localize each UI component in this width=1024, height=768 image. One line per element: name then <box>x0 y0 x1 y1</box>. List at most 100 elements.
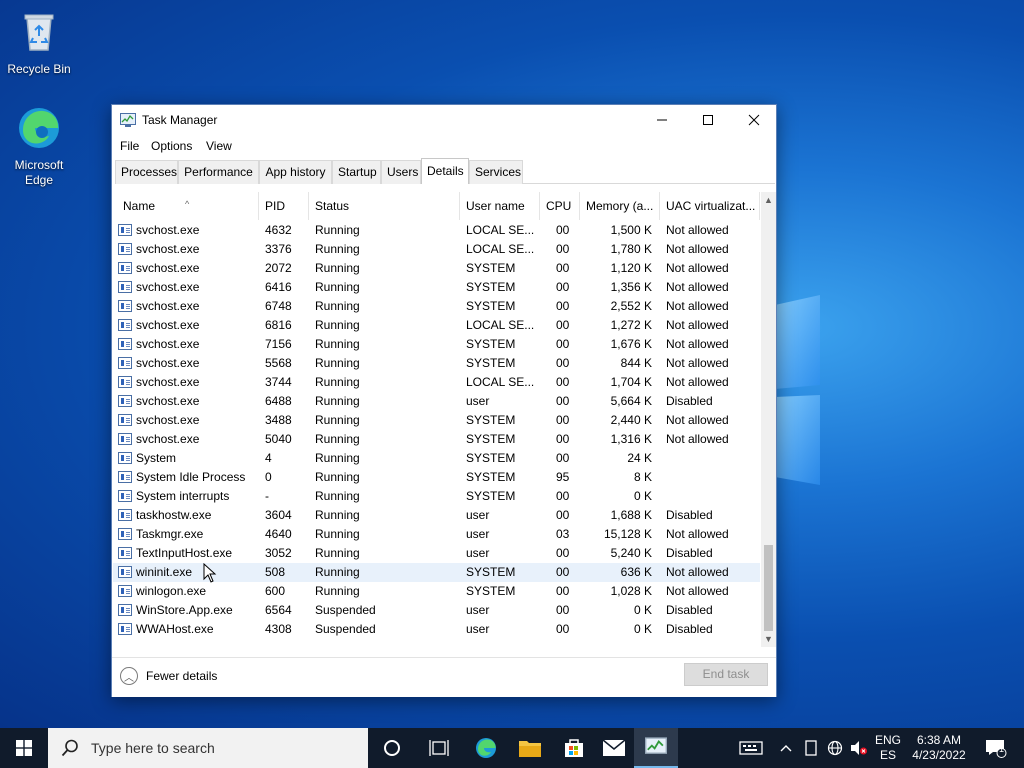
process-icon <box>118 357 132 369</box>
cell-name: svchost.exe <box>136 223 200 237</box>
cell-name: System Idle Process <box>136 470 246 484</box>
cell-user: LOCAL SE... <box>466 242 535 256</box>
table-row[interactable]: TextInputHost.exe 3052 Running user 00 5,240 … <box>113 544 760 563</box>
touch-keyboard-button[interactable] <box>734 728 768 768</box>
process-icon <box>118 338 132 350</box>
cell-status: Running <box>315 299 360 313</box>
tab-details[interactable]: Details <box>421 158 469 184</box>
tray-tablet[interactable] <box>800 728 822 768</box>
windows-start-icon <box>16 740 32 756</box>
cell-user: SYSTEM <box>466 280 516 294</box>
clock-time: 6:38 AM <box>916 733 962 747</box>
tab-processes[interactable]: Processes <box>115 160 178 184</box>
folder-icon <box>519 741 541 757</box>
table-row[interactable]: svchost.exe 2072 Running SYSTEM 00 1,120 K Not… <box>113 259 760 278</box>
taskbar-store[interactable] <box>552 728 596 768</box>
table-row[interactable]: svchost.exe 6816 Running LOCAL SE... 00 1,272… <box>113 316 760 335</box>
column-header-uac[interactable]: UAC virtualizat... <box>660 192 760 220</box>
mail-icon <box>602 739 626 756</box>
cell-pid: 0 <box>265 470 272 484</box>
menu-file[interactable]: File <box>120 139 139 153</box>
table-row[interactable]: svchost.exe 4632 Running LOCAL SE... 00 1,500… <box>113 221 760 240</box>
tray-network[interactable] <box>824 728 846 768</box>
table-row[interactable]: svchost.exe 3488 Running SYSTEM 00 2,440 K Not… <box>113 411 760 430</box>
column-header-name[interactable]: Name ^ <box>117 192 259 220</box>
table-row[interactable]: System Idle Process 0 Running SYSTEM 95 8 K <box>113 468 760 487</box>
table-row[interactable]: Taskmgr.exe 4640 Running user 03 15,128 K Not … <box>113 525 760 544</box>
table-row[interactable]: taskhostw.exe 3604 Running user 00 1,688 K Dis… <box>113 506 760 525</box>
mouse-cursor-icon <box>203 563 217 583</box>
table-row[interactable]: WinStore.App.exe 6564 Suspended user 00 0 K Di… <box>113 601 760 620</box>
cell-mem: 636 K <box>620 565 652 579</box>
cell-pid: 5568 <box>265 356 292 370</box>
cell-pid: 7156 <box>265 337 292 351</box>
table-row[interactable]: svchost.exe 7156 Running SYSTEM 00 1,676 K Not… <box>113 335 760 354</box>
table-row[interactable]: svchost.exe 3376 Running LOCAL SE... 00 1,780… <box>113 240 760 259</box>
cell-cpu: 00 <box>556 565 570 579</box>
maximize-button[interactable] <box>685 105 731 135</box>
cortana-button[interactable] <box>370 728 414 768</box>
tab-users[interactable]: Users <box>381 160 421 184</box>
taskbar-file-explorer[interactable] <box>508 728 552 768</box>
menu-view[interactable]: View <box>206 139 232 153</box>
minimize-button[interactable] <box>639 105 685 135</box>
tab-services[interactable]: Services <box>469 160 523 184</box>
table-row[interactable]: svchost.exe 3744 Running LOCAL SE... 00 1,704… <box>113 373 760 392</box>
menu-options[interactable]: Options <box>151 139 192 153</box>
vertical-scrollbar[interactable]: ▲ ▼ <box>761 192 776 647</box>
end-task-button[interactable]: End task <box>684 663 768 686</box>
cell-name: svchost.exe <box>136 413 200 427</box>
show-hidden-icons-button[interactable] <box>776 728 796 768</box>
column-header-user-name[interactable]: User name <box>460 192 540 220</box>
notification-center-button[interactable]: 1 <box>978 728 1014 768</box>
cell-status: Running <box>315 565 360 579</box>
cell-pid: 4640 <box>265 527 292 541</box>
cell-status: Running <box>315 508 360 522</box>
cell-status: Running <box>315 280 360 294</box>
cell-status: Suspended <box>315 622 376 636</box>
clock-button[interactable]: 6:38 AM 4/23/2022 <box>906 733 972 763</box>
cell-status: Running <box>315 527 360 541</box>
tab-startup[interactable]: Startup <box>332 160 381 184</box>
table-row[interactable]: svchost.exe 6488 Running user 00 5,664 K Disab… <box>113 392 760 411</box>
taskbar-mail[interactable] <box>596 728 632 768</box>
column-header-pid[interactable]: PID <box>259 192 309 220</box>
taskbar-search[interactable]: Type here to search <box>48 728 368 768</box>
task-view-button[interactable] <box>416 728 462 768</box>
scroll-up-icon[interactable]: ▲ <box>761 192 776 208</box>
desktop-icon-recycle-bin[interactable]: Recycle Bin <box>1 8 77 77</box>
taskbar-edge[interactable] <box>464 728 508 768</box>
close-button[interactable] <box>731 105 777 135</box>
cell-user: LOCAL SE... <box>466 375 535 389</box>
table-row[interactable]: svchost.exe 5040 Running SYSTEM 00 1,316 K Not… <box>113 430 760 449</box>
column-header-memory[interactable]: Memory (a... <box>580 192 660 220</box>
process-icon <box>118 604 132 616</box>
tab-app-history[interactable]: App history <box>259 160 332 184</box>
taskbar-task-manager[interactable] <box>634 728 678 768</box>
cell-cpu: 00 <box>556 242 570 256</box>
tab-performance[interactable]: Performance <box>178 160 259 184</box>
start-button[interactable] <box>0 728 48 768</box>
input-language-button[interactable]: ENG ES <box>872 733 904 763</box>
table-row[interactable]: svchost.exe 6748 Running SYSTEM 00 2,552 K Not… <box>113 297 760 316</box>
column-header-status[interactable]: Status <box>309 192 460 220</box>
column-header-cpu[interactable]: CPU <box>540 192 580 220</box>
table-row[interactable]: System 4 Running SYSTEM 00 24 K <box>113 449 760 468</box>
table-row[interactable]: svchost.exe 6416 Running SYSTEM 00 1,356 K Not… <box>113 278 760 297</box>
title-bar[interactable]: Task Manager <box>112 105 776 135</box>
scrollbar-thumb[interactable] <box>764 545 773 631</box>
fewer-details-button[interactable]: ︿ Fewer details <box>120 667 217 685</box>
tray-volume[interactable] <box>848 728 870 768</box>
table-row[interactable]: System interrupts - Running SYSTEM 00 0 K <box>113 487 760 506</box>
table-row[interactable]: svchost.exe 5568 Running SYSTEM 00 844 K Not a… <box>113 354 760 373</box>
desktop-icon-edge[interactable]: Microsoft Edge <box>1 104 77 188</box>
cell-name: winlogon.exe <box>136 584 207 598</box>
process-icon <box>118 300 132 312</box>
process-icon <box>118 490 132 502</box>
table-row[interactable]: winlogon.exe 600 Running SYSTEM 00 1,028 K Not… <box>113 582 760 601</box>
table-row[interactable]: WWAHost.exe 4308 Suspended user 00 0 K Disable… <box>113 620 760 639</box>
grid-header: Name ^ PID Status User name CPU Memory (… <box>113 192 760 220</box>
scroll-down-icon[interactable]: ▼ <box>761 631 776 647</box>
cell-cpu: 00 <box>556 508 570 522</box>
cell-mem: 1,028 K <box>610 584 652 598</box>
